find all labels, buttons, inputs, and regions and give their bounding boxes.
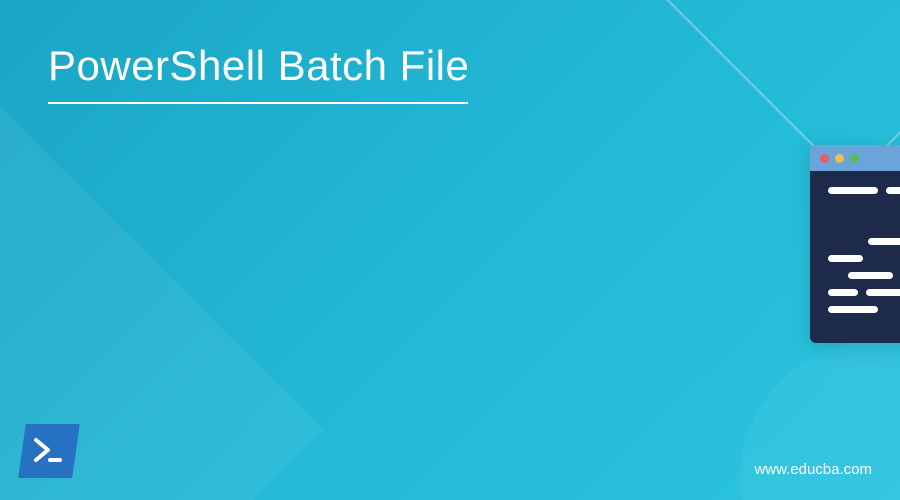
maximize-dot-icon bbox=[850, 154, 859, 163]
website-url: www.educba.com bbox=[754, 461, 872, 478]
code-line bbox=[828, 187, 900, 194]
page-title: PowerShell Batch File bbox=[48, 42, 469, 90]
code-line bbox=[828, 255, 900, 262]
code-line bbox=[828, 272, 900, 279]
terminal-window-back bbox=[810, 145, 900, 343]
code-line bbox=[828, 238, 900, 245]
terminal-titlebar bbox=[810, 145, 900, 171]
code-line bbox=[828, 221, 900, 228]
code-line bbox=[828, 306, 900, 313]
close-dot-icon bbox=[820, 154, 829, 163]
powershell-glyph bbox=[33, 437, 65, 465]
code-line bbox=[828, 204, 900, 211]
code-line bbox=[828, 289, 900, 296]
minimize-dot-icon bbox=[835, 154, 844, 163]
powershell-icon bbox=[18, 424, 80, 478]
title-underline bbox=[48, 102, 468, 104]
terminal-content bbox=[810, 171, 900, 343]
banner-canvas: PowerShell Batch File bbox=[0, 0, 900, 500]
